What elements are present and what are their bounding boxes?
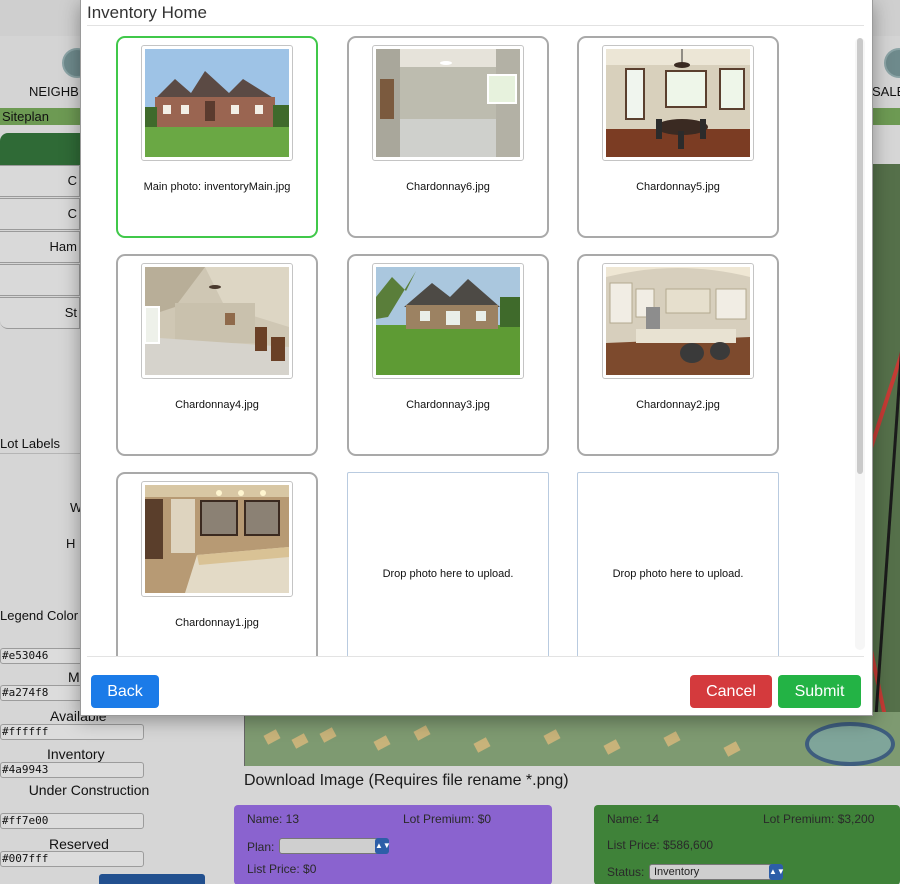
photo-tile-chardonnay2[interactable]: Chardonnay2.jpg: [577, 254, 779, 456]
lot-labels-heading: Lot Labels: [0, 436, 60, 451]
photo-caption: Chardonnay2.jpg: [636, 399, 720, 411]
house-exterior-back-image: [376, 267, 520, 375]
photo-tile-chardonnay4[interactable]: Chardonnay4.jpg: [116, 254, 318, 456]
lot-premium: Lot Premium: $0: [403, 812, 492, 826]
side-field-1[interactable]: C: [0, 165, 80, 197]
photo-thumbnail: [141, 263, 293, 379]
divider: [87, 656, 864, 657]
photo-thumbnail: [372, 263, 524, 379]
divider: [0, 453, 80, 454]
legend-input-inventory[interactable]: #4a9943: [0, 762, 144, 778]
side-field-3[interactable]: Ham: [0, 231, 80, 263]
lot-list-price: List Price: $0: [247, 862, 317, 876]
back-button[interactable]: Back: [91, 675, 159, 708]
plan-select[interactable]: ▲▼: [279, 838, 391, 854]
lot-card-13[interactable]: Name: 13 Lot Premium: $0 Plan: ▲▼ List P…: [234, 805, 552, 884]
inventory-photos-modal: Inventory Home Main photo: inventoryMain…: [80, 0, 873, 716]
siteplan-map[interactable]: [872, 164, 900, 764]
legend-input-available[interactable]: #ffffff: [0, 724, 144, 740]
siteplan-label[interactable]: Siteplan: [2, 109, 49, 124]
photo-caption: Chardonnay1.jpg: [175, 617, 259, 629]
house-exterior-front-image: [145, 49, 289, 157]
lot-card-14[interactable]: Name: 14 Lot Premium: $3,200 List Price:…: [594, 805, 900, 884]
photo-thumbnail: [141, 45, 293, 161]
legend-input-under-construction[interactable]: #ff7e00: [0, 813, 144, 829]
save-colors-button[interactable]: [99, 874, 205, 884]
scrollbar-thumb[interactable]: [857, 38, 863, 474]
legend-label-under-construction: Under Construction: [28, 782, 150, 798]
status-select[interactable]: Inventory ▲▼: [649, 864, 785, 880]
photo-thumbnail: [141, 481, 293, 597]
photo-tile-chardonnay3[interactable]: Chardonnay3.jpg: [347, 254, 549, 456]
bonus-room-image: [145, 267, 289, 375]
status-label: Status:: [607, 865, 645, 879]
download-image-link[interactable]: Download Image (Requires file rename *.p…: [244, 772, 569, 790]
photo-caption: Chardonnay4.jpg: [175, 399, 259, 411]
chevron-down-icon: ▲▼: [375, 838, 391, 854]
lot-name: Name: 13: [247, 812, 300, 826]
photo-caption: Chardonnay3.jpg: [406, 399, 490, 411]
sales-icon[interactable]: [884, 48, 900, 78]
cancel-button[interactable]: Cancel: [690, 675, 772, 708]
submit-button[interactable]: Submit: [778, 675, 861, 708]
lot-premium: Lot Premium: $3,200: [763, 812, 875, 826]
nav-label-neighborhood: NEIGHB: [29, 84, 79, 99]
photo-drop-zone[interactable]: Drop photo here to upload.: [577, 472, 779, 656]
photo-tile-chardonnay6[interactable]: Chardonnay6.jpg: [347, 36, 549, 238]
modal-title: Inventory Home: [87, 3, 207, 22]
photo-caption: Chardonnay5.jpg: [636, 181, 720, 193]
legend-label-inventory: Inventory: [47, 746, 105, 762]
legend-label-reserved: Reserved: [49, 836, 109, 852]
legend-input-reserved[interactable]: #007fff: [0, 851, 144, 867]
siteplan-map-lower[interactable]: [244, 712, 900, 766]
drop-zone-text: Drop photo here to upload.: [382, 568, 514, 580]
nav-label-sales: SALE: [872, 84, 900, 99]
dining-room-image: [606, 49, 750, 157]
kitchen-image: [606, 267, 750, 375]
photo-drop-zone[interactable]: Drop photo here to upload.: [347, 472, 549, 656]
photo-tile-main[interactable]: Main photo: inventoryMain.jpg: [116, 36, 318, 238]
photo-caption: Chardonnay6.jpg: [406, 181, 490, 193]
chevron-down-icon: ▲▼: [769, 864, 785, 880]
lot-name: Name: 14: [607, 812, 660, 826]
legend-label-m: M: [68, 669, 80, 685]
bathroom-image: [145, 485, 289, 593]
photo-thumbnail: [372, 45, 524, 161]
empty-room-image: [376, 49, 520, 157]
photo-tile-chardonnay1[interactable]: Chardonnay1.jpg: [116, 472, 318, 656]
side-field-5[interactable]: St: [0, 297, 80, 329]
drop-zone-text: Drop photo here to upload.: [612, 568, 744, 580]
lot-list-price: List Price: $586,600: [607, 838, 714, 852]
photo-grid[interactable]: Main photo: inventoryMain.jpg Chardonnay…: [81, 26, 871, 656]
plan-label: Plan:: [247, 840, 275, 854]
photo-caption: Main photo: inventoryMain.jpg: [143, 181, 291, 193]
side-field-4[interactable]: [0, 264, 80, 296]
side-field-2[interactable]: C: [0, 198, 80, 230]
photo-tile-chardonnay5[interactable]: Chardonnay5.jpg: [577, 36, 779, 238]
side-letter-h: H: [66, 536, 76, 551]
photo-thumbnail: [602, 263, 754, 379]
legend-color-heading: Legend Color: [0, 608, 79, 623]
side-green-button[interactable]: [0, 133, 80, 165]
photo-thumbnail: [602, 45, 754, 161]
